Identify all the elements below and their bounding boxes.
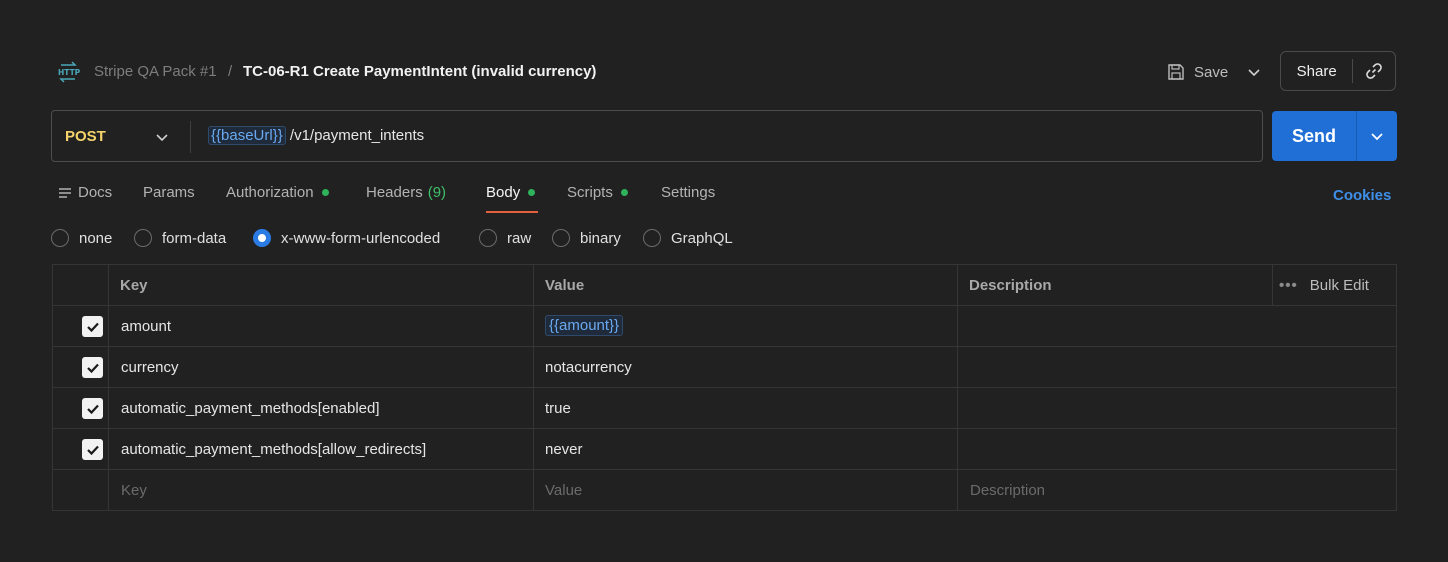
- tab-label: Settings: [661, 184, 716, 201]
- status-dot: [528, 189, 536, 196]
- value-cell[interactable]: notacurrency: [545, 359, 632, 376]
- radio-binary[interactable]: binary: [552, 229, 621, 247]
- checkmark-icon: [86, 445, 99, 455]
- docs-icon: [59, 187, 71, 198]
- svg-text:HTTP: HTTP: [58, 68, 80, 77]
- radio-circle-selected: [253, 229, 271, 247]
- more-icon: •••: [1279, 277, 1298, 294]
- bulk-edit-button[interactable]: ••• Bulk Edit: [1279, 277, 1369, 294]
- row-checkbox[interactable]: [82, 316, 103, 337]
- chevron-down-icon[interactable]: [1246, 64, 1262, 80]
- table-new-row: Key Value Description: [53, 470, 1396, 511]
- radio-label: raw: [507, 229, 532, 247]
- tab-scripts[interactable]: Scripts: [567, 184, 628, 201]
- send-button[interactable]: Send: [1272, 111, 1397, 161]
- column-header-value: Value: [545, 277, 585, 294]
- link-icon: [1366, 63, 1382, 79]
- radio-label: x-www-form-urlencoded: [281, 229, 441, 247]
- url-path: /v1/payment_intents: [289, 127, 425, 144]
- key-cell[interactable]: currency: [121, 359, 179, 376]
- radio-form-data[interactable]: form-data: [134, 229, 226, 247]
- table-row: amount {{amount}}: [53, 306, 1396, 347]
- url-variable[interactable]: {{baseUrl}}: [208, 126, 286, 145]
- tab-label: Authorization: [226, 184, 314, 201]
- column-header-description: Description: [969, 277, 1052, 294]
- http-icon: HTTP: [58, 61, 80, 83]
- active-tab-indicator: [486, 211, 538, 213]
- description-input[interactable]: Description: [970, 482, 1045, 499]
- save-icon: [1168, 64, 1184, 80]
- tab-params[interactable]: Params: [143, 184, 195, 201]
- cookies-link[interactable]: Cookies: [1333, 187, 1391, 204]
- radio-graphql[interactable]: GraphQL: [643, 229, 733, 247]
- chevron-down-icon[interactable]: [154, 129, 170, 145]
- url-bar: POST {{baseUrl}} /v1/payment_intents: [51, 110, 1263, 162]
- radio-label: binary: [580, 229, 621, 247]
- request-title[interactable]: TC-06-R1 Create PaymentIntent (invalid c…: [243, 63, 596, 80]
- copy-link-button[interactable]: [1353, 61, 1395, 81]
- send-label: Send: [1291, 126, 1336, 146]
- tab-body[interactable]: Body: [486, 184, 536, 201]
- headers-count: (9): [427, 184, 447, 201]
- tab-label: Params: [143, 184, 195, 201]
- value-cell[interactable]: never: [545, 441, 583, 458]
- radio-label: form-data: [162, 229, 227, 247]
- radio-circle: [479, 229, 497, 247]
- url-divider: [190, 121, 191, 153]
- save-label: Save: [1194, 63, 1229, 81]
- breadcrumb-separator: /: [228, 63, 233, 80]
- method-select[interactable]: POST: [65, 128, 106, 145]
- key-cell[interactable]: automatic_payment_methods[enabled]: [121, 400, 380, 417]
- row-checkbox[interactable]: [82, 357, 103, 378]
- row-checkbox[interactable]: [82, 398, 103, 419]
- checkmark-icon: [86, 404, 99, 414]
- save-button[interactable]: Save: [1166, 56, 1228, 88]
- request-header: HTTP Stripe QA Pack #1 / TC-06-R1 Create…: [56, 51, 1396, 91]
- status-dot: [321, 189, 329, 196]
- tab-label: Scripts: [567, 184, 613, 201]
- breadcrumb-collection[interactable]: Stripe QA Pack #1: [94, 63, 217, 80]
- tab-settings[interactable]: Settings: [661, 184, 715, 201]
- radio-circle: [643, 229, 661, 247]
- radio-none[interactable]: none: [51, 229, 112, 247]
- radio-circle: [552, 229, 570, 247]
- body-params-table: Key Value Description ••• Bulk Edit amou…: [52, 264, 1397, 511]
- row-checkbox[interactable]: [82, 439, 103, 460]
- send-options-button[interactable]: [1357, 111, 1397, 161]
- tab-label: Body: [486, 184, 521, 201]
- bulk-edit-label: Bulk Edit: [1309, 277, 1369, 294]
- tab-authorization[interactable]: Authorization: [226, 184, 329, 201]
- radio-label: GraphQL: [671, 229, 733, 247]
- key-cell[interactable]: amount: [121, 318, 171, 335]
- checkmark-icon: [86, 363, 99, 373]
- tab-label: Docs: [78, 184, 113, 201]
- radio-circle: [51, 229, 69, 247]
- table-header-row: Key Value Description ••• Bulk Edit: [53, 265, 1396, 306]
- radio-raw[interactable]: raw: [479, 229, 531, 247]
- table-row: automatic_payment_methods[allow_redirect…: [53, 429, 1396, 470]
- table-row: currency notacurrency: [53, 347, 1396, 388]
- url-input[interactable]: {{baseUrl}} /v1/payment_intents: [208, 126, 425, 145]
- radio-circle: [134, 229, 152, 247]
- status-dot: [620, 189, 628, 196]
- share-label: Share: [1296, 62, 1337, 80]
- key-input[interactable]: Key: [121, 482, 147, 499]
- tab-label: Headers: [366, 184, 423, 201]
- value-variable-cell[interactable]: {{amount}}: [545, 315, 624, 336]
- key-cell[interactable]: automatic_payment_methods[allow_redirect…: [121, 441, 426, 458]
- radio-x-www-form-urlencoded[interactable]: x-www-form-urlencoded: [253, 229, 440, 247]
- share-button[interactable]: Share: [1280, 51, 1396, 91]
- column-header-key: Key: [120, 277, 148, 294]
- radio-label: none: [79, 229, 113, 247]
- tab-headers[interactable]: Headers (9): [366, 184, 446, 201]
- tab-docs[interactable]: Docs: [58, 184, 112, 201]
- chevron-down-icon: [1371, 133, 1383, 141]
- table-row: automatic_payment_methods[enabled] true: [53, 388, 1396, 429]
- value-cell[interactable]: true: [545, 400, 571, 417]
- value-input[interactable]: Value: [545, 482, 582, 499]
- checkmark-icon: [86, 322, 99, 332]
